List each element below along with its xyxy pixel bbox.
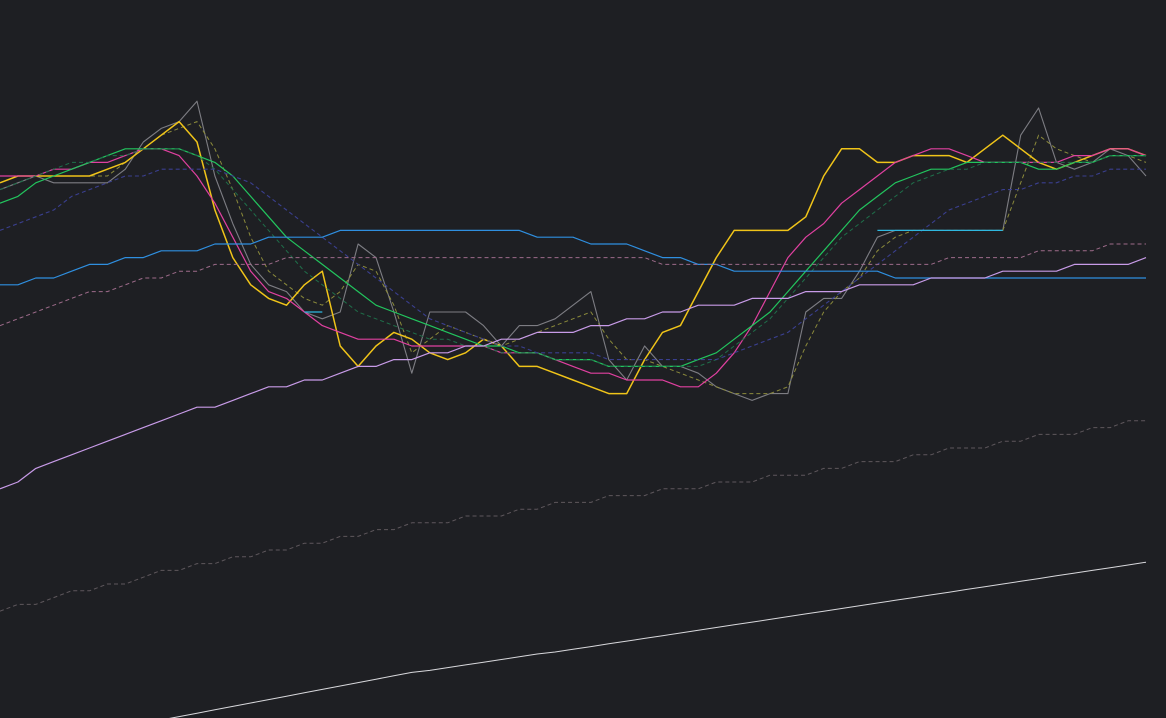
chart-area <box>0 0 1166 718</box>
line-chart <box>0 0 1166 718</box>
